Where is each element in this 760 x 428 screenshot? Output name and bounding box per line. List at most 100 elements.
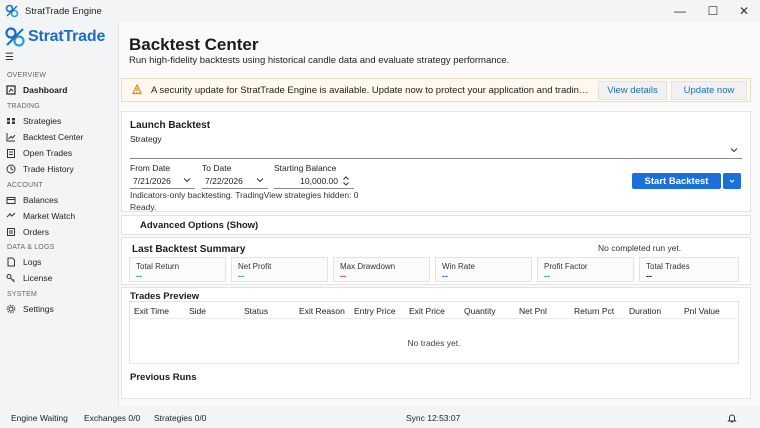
sidebar-item-license[interactable]: License (0, 270, 118, 285)
card-value: -- (646, 271, 652, 281)
sidebar-item-balances[interactable]: Balances (0, 192, 118, 207)
strategy-label: Strategy (130, 134, 162, 144)
section-trading: TRADING (7, 103, 40, 110)
status-bar: Engine Waiting Exchanges 0/0 Strategies … (0, 406, 760, 428)
window-title: StratTrade Engine (25, 5, 102, 17)
starting-balance-input[interactable]: 10,000.00 (274, 174, 354, 189)
card-label: Max Drawdown (340, 262, 396, 271)
warning-icon (132, 84, 142, 95)
column-header[interactable]: Entry Price (354, 306, 396, 316)
document-icon (6, 257, 16, 267)
section-account: ACCOUNT (7, 182, 44, 189)
strategy-select[interactable] (130, 144, 742, 159)
page-title: Backtest Center (129, 35, 259, 54)
sidebar-item-orders[interactable]: Orders (0, 224, 118, 239)
sidebar-item-label: Open Trades (23, 147, 73, 158)
sidebar-item-open-trades[interactable]: Open Trades (0, 145, 118, 160)
column-header[interactable]: Duration (629, 306, 661, 316)
column-header[interactable]: Return Pct (574, 306, 614, 316)
card-label: Total Trades (646, 262, 690, 271)
to-date-picker[interactable]: 7/22/2026 (202, 174, 268, 189)
strategies-status: Strategies 0/0 (154, 413, 207, 423)
sidebar-item-label: Logs (23, 256, 42, 267)
card-value: -- (136, 271, 142, 281)
brand: StratTrade (4, 26, 105, 48)
eye-icon (6, 211, 16, 221)
key-icon (6, 273, 16, 283)
section-overview: OVERVIEW (7, 72, 47, 79)
sidebar-item-label: Dashboard (23, 84, 68, 95)
list-icon (6, 227, 16, 237)
summary-card-max-drawdown: Max Drawdown -- (333, 257, 430, 282)
chart-icon (6, 132, 16, 142)
starting-balance-value: 10,000.00 (300, 176, 338, 186)
sidebar-item-label: Trade History (23, 163, 74, 174)
engine-status: Engine Waiting (11, 413, 68, 423)
start-options-button[interactable] (723, 173, 741, 189)
sidebar-item-label: Market Watch (23, 210, 76, 221)
advanced-options-toggle[interactable]: Advanced Options (Show) (140, 220, 258, 231)
to-date-label: To Date (202, 163, 232, 173)
previous-runs-title: Previous Runs (130, 372, 197, 383)
exchanges-status: Exchanges 0/0 (84, 413, 141, 423)
summary-card-total-return: Total Return -- (129, 257, 226, 282)
backtest-status-text: Ready. (130, 202, 157, 212)
sidebar-item-label: Strategies (23, 115, 62, 126)
sidebar-item-backtest-center[interactable]: Backtest Center (0, 129, 118, 144)
sidebar-item-logs[interactable]: Logs (0, 254, 118, 269)
card-label: Win Rate (442, 262, 475, 271)
card-label: Profit Factor (544, 262, 588, 271)
sidebar-item-label: Backtest Center (23, 131, 84, 142)
card-value: -- (238, 271, 244, 281)
update-now-button[interactable]: Update now (671, 81, 747, 100)
summary-card-total-trades: Total Trades -- (639, 257, 739, 282)
starting-balance-label: Starting Balance (274, 163, 337, 173)
spinner-icon[interactable] (342, 175, 350, 187)
chevron-down-icon (256, 178, 264, 183)
column-header[interactable]: Quantity (464, 306, 496, 316)
trades-empty-message: No trades yet. (407, 338, 461, 348)
maximize-button[interactable]: ☐ (698, 0, 728, 22)
advanced-options-panel[interactable]: Advanced Options (Show) (121, 215, 751, 235)
from-date-picker[interactable]: 7/21/2026 (130, 174, 195, 189)
card-value: -- (442, 271, 448, 281)
start-backtest-button[interactable]: Start Backtest (632, 173, 721, 189)
summary-note: No completed run yet. (598, 243, 682, 253)
sidebar: StratTrade ☰ OVERVIEW Dashboard TRADING … (0, 22, 118, 406)
sidebar-item-settings[interactable]: Settings (0, 301, 118, 316)
trades-table[interactable]: Exit Time Side Status Exit Reason Entry … (129, 301, 739, 364)
sidebar-item-strategies[interactable]: Strategies (0, 113, 118, 128)
minimize-button[interactable]: — (665, 0, 695, 22)
chevron-down-icon (729, 179, 735, 183)
section-system: SYSTEM (7, 291, 37, 298)
column-header[interactable]: Pnl Value (684, 306, 720, 316)
column-header[interactable]: Side (189, 306, 206, 316)
sidebar-item-dashboard[interactable]: Dashboard (0, 82, 118, 97)
page-subtitle: Run high-fidelity backtests using histor… (129, 55, 510, 66)
sidebar-item-label: Settings (23, 303, 54, 314)
chevron-down-icon (730, 148, 738, 153)
menu-icon[interactable]: ☰ (5, 52, 14, 63)
launch-backtest-title: Launch Backtest (130, 120, 211, 131)
bell-icon[interactable] (727, 413, 737, 423)
summary-title: Last Backtest Summary (132, 244, 246, 255)
brand-logo-icon (5, 27, 25, 47)
wallet-icon (6, 195, 16, 205)
column-header[interactable]: Exit Time (134, 306, 169, 316)
sidebar-item-label: Balances (23, 194, 58, 205)
column-header[interactable]: Exit Reason (299, 306, 345, 316)
close-button[interactable]: ✕ (729, 0, 759, 22)
view-details-button[interactable]: View details (598, 81, 667, 100)
strategies-icon (6, 116, 16, 126)
chevron-down-icon (183, 178, 191, 183)
column-header[interactable]: Status (244, 306, 268, 316)
app-logo-icon (5, 4, 19, 18)
card-value: -- (544, 271, 550, 281)
sidebar-item-market-watch[interactable]: Market Watch (0, 208, 118, 223)
column-header[interactable]: Exit Price (409, 306, 445, 316)
card-label: Total Return (136, 262, 180, 271)
sidebar-item-trade-history[interactable]: Trade History (0, 161, 118, 176)
summary-card-profit-factor: Profit Factor -- (537, 257, 634, 282)
column-header[interactable]: Net Pnl (519, 306, 547, 316)
summary-card-net-profit: Net Profit -- (231, 257, 328, 282)
